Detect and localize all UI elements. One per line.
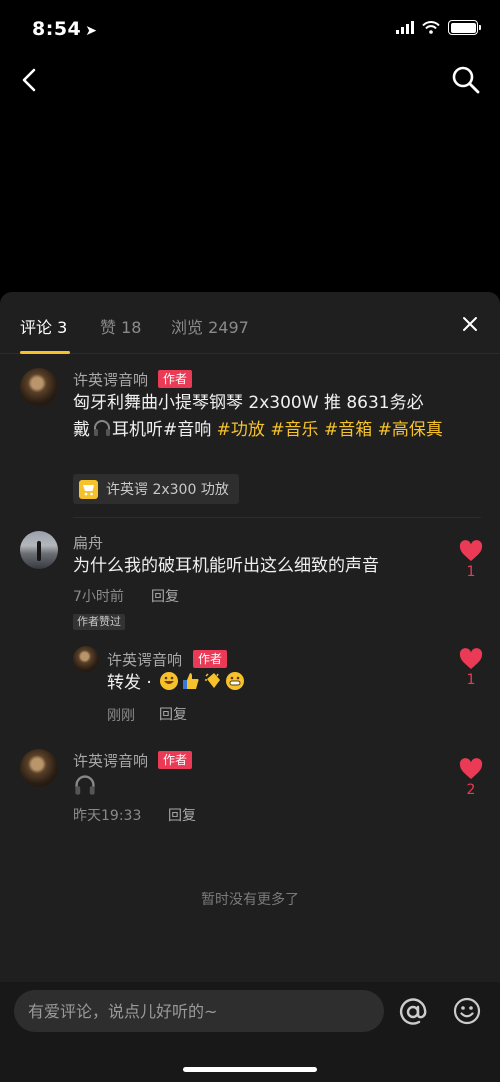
tab-likes-count: 18 <box>121 318 142 337</box>
thumbs-up-emoji-icon <box>183 673 199 689</box>
clapping-emoji-icon <box>205 673 221 688</box>
comment-user-name[interactable]: 扁舟 <box>73 532 103 553</box>
close-icon[interactable] <box>460 314 480 334</box>
like-button[interactable]: 2 <box>458 758 484 798</box>
author-badge: 作者 <box>158 751 193 769</box>
author-badge: 作者 <box>158 370 193 388</box>
avatar[interactable] <box>20 749 58 787</box>
heart-icon <box>459 648 483 669</box>
post-line-1: 匈牙利舞曲小提琴钢琴 2x300W 推 8631务必 <box>73 393 424 413</box>
author-badge: 作者 <box>193 650 228 668</box>
reply-user-name[interactable]: 许英谔音响 <box>107 649 182 670</box>
tab-likes-label: 赞 <box>100 318 117 337</box>
avatar[interactable] <box>20 368 58 406</box>
comment-time: 7小时前 <box>73 589 124 605</box>
like-count: 1 <box>466 564 476 580</box>
at-icon[interactable] <box>397 996 429 1028</box>
tab-indicator <box>20 351 70 354</box>
tab-views-label: 浏览 <box>171 318 204 337</box>
like-button[interactable]: 1 <box>458 540 484 580</box>
comment-input[interactable] <box>14 990 384 1032</box>
battery-icon <box>448 20 481 35</box>
back-icon[interactable] <box>16 64 46 96</box>
reply-text: 转发 · <box>107 670 245 697</box>
heart-icon <box>459 758 483 779</box>
reply-button[interactable]: 回复 <box>159 704 187 724</box>
status-bar: 8:54 ➤ <box>0 0 500 58</box>
laughing-emoji-icon <box>160 672 179 690</box>
grinning-emoji-icon <box>226 672 245 690</box>
hashtag-link[interactable]: #高保真 <box>378 420 443 440</box>
status-icons <box>396 20 481 35</box>
hashtag-link[interactable]: #音乐 <box>270 420 318 440</box>
reply-button[interactable]: 回复 <box>168 805 196 825</box>
clock: 8:54 <box>32 18 82 40</box>
tab-comments-count: 3 <box>57 318 68 337</box>
avatar[interactable] <box>20 531 58 569</box>
divider <box>73 517 481 518</box>
location-arrow-icon: ➤ <box>85 23 98 39</box>
headphones-icon <box>94 420 110 436</box>
status-time: 8:54 ➤ <box>32 18 98 40</box>
post-author-name[interactable]: 许英谔音响 <box>73 369 148 390</box>
reply-time: 刚刚 <box>107 708 135 724</box>
comment-tabs: 评论 3 赞 18 浏览 2497 <box>0 292 500 354</box>
cart-icon <box>79 479 98 499</box>
post-line-2-start: 戴 <box>73 420 90 440</box>
product-link[interactable]: 许英谔 2x300 功放 <box>73 474 239 504</box>
comment-text: 为什么我的破耳机能听出这么细致的声音 <box>73 556 379 576</box>
heart-icon <box>459 540 483 561</box>
product-label: 许英谔 2x300 功放 <box>106 482 229 498</box>
headphones-icon <box>75 775 95 795</box>
tab-likes[interactable]: 赞 18 <box>100 314 141 338</box>
comment-time: 昨天19:33 <box>73 808 142 824</box>
tab-views[interactable]: 浏览 2497 <box>171 314 249 338</box>
post-line-2-text: 耳机听#音响 <box>112 420 217 440</box>
post-description: 匈牙利舞曲小提琴钢琴 2x300W 推 8631务必 戴 耳机听#音响 #功放 #… <box>73 390 473 444</box>
comment-input-bar <box>0 982 500 1082</box>
hashtag-link[interactable]: #功放 <box>217 420 265 440</box>
like-count: 1 <box>466 672 476 688</box>
avatar[interactable] <box>73 646 99 672</box>
tab-comments-label: 评论 <box>20 318 53 337</box>
like-count: 2 <box>466 782 476 798</box>
comment-user-name[interactable]: 许英谔音响 <box>73 750 148 771</box>
emoji-icon[interactable] <box>452 996 482 1026</box>
tab-views-count: 2497 <box>208 318 249 337</box>
author-liked-badge: 作者赞过 <box>73 614 125 630</box>
reply-button[interactable]: 回复 <box>151 586 179 606</box>
wifi-icon <box>422 21 440 34</box>
no-more-text: 暂时没有更多了 <box>201 892 299 908</box>
hashtag-link[interactable]: #音箱 <box>324 420 372 440</box>
tab-comments[interactable]: 评论 3 <box>20 314 67 338</box>
cellular-signal-icon <box>396 21 414 34</box>
comment-sheet: 评论 3 赞 18 浏览 2497 许英谔音响 作者 匈牙利舞曲小提琴钢琴 2x… <box>0 292 500 1082</box>
like-button[interactable]: 1 <box>458 648 484 688</box>
search-icon[interactable] <box>450 64 482 96</box>
reply-text-content: 转发 · <box>107 673 158 693</box>
home-indicator[interactable] <box>183 1067 317 1072</box>
